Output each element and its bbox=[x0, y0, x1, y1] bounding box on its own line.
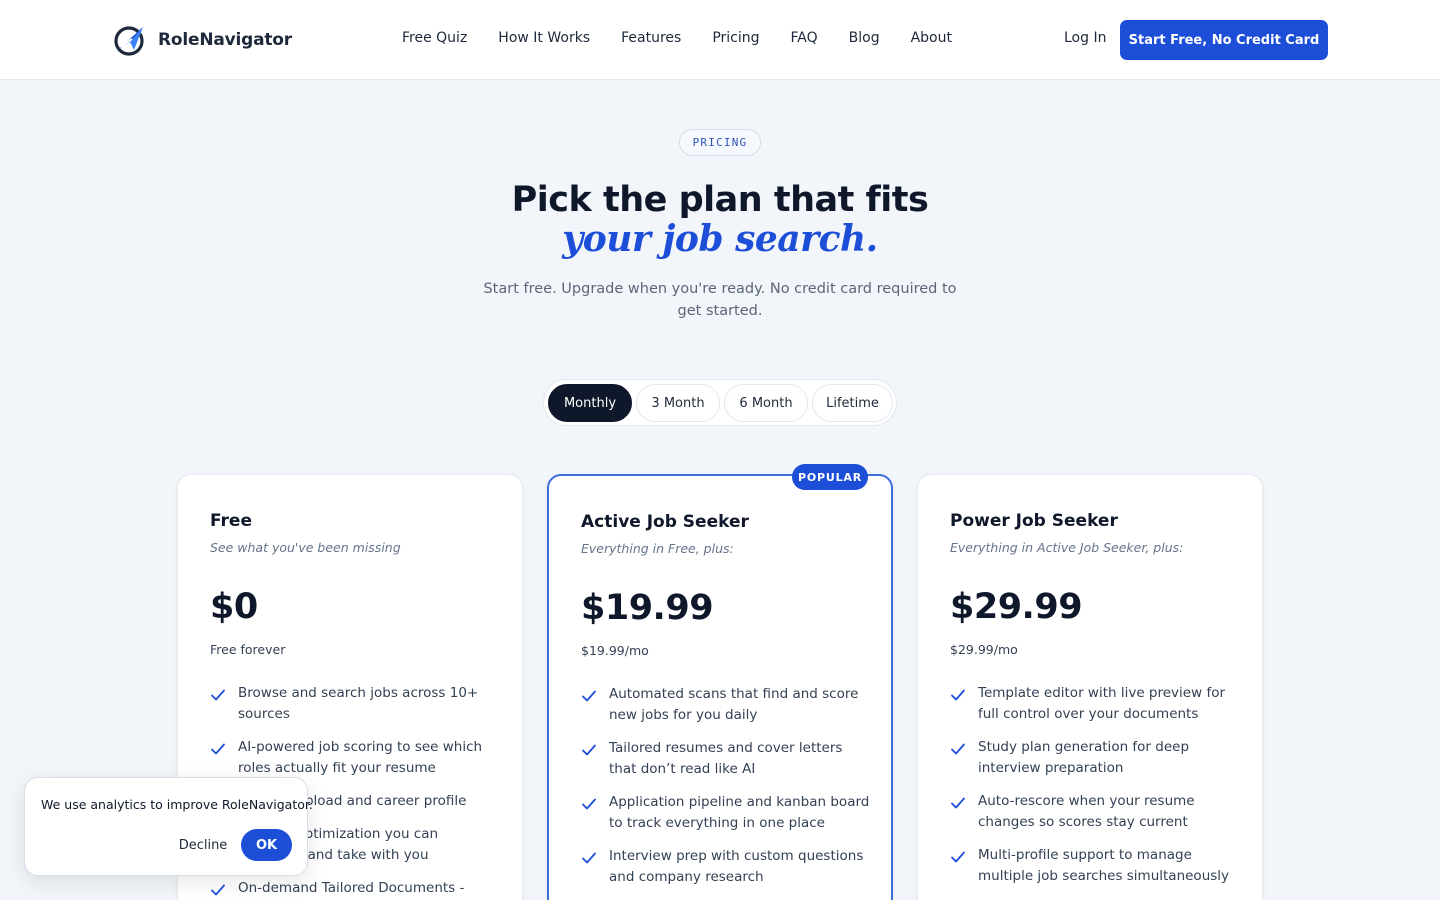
popular-badge: POPULAR bbox=[792, 464, 868, 490]
billing-option-6-month[interactable]: 6 Month bbox=[724, 384, 808, 422]
plan-price: $19.99 bbox=[581, 588, 714, 628]
list-item: AI-powered job scoring to see which role… bbox=[210, 737, 500, 779]
nav-link-about[interactable]: About bbox=[911, 30, 952, 46]
plan-name: Active Job Seeker bbox=[581, 512, 749, 532]
billing-option-lifetime[interactable]: Lifetime bbox=[812, 384, 893, 422]
plan-card-active-job-seeker: POPULAR Active Job Seeker Everything in … bbox=[547, 464, 893, 900]
list-item: Automated scans that find and score new … bbox=[581, 684, 871, 726]
feature-text: Tailored resumes and cover letters that … bbox=[609, 740, 843, 777]
plan-name: Power Job Seeker bbox=[950, 511, 1118, 531]
nav-link-pricing[interactable]: Pricing bbox=[712, 30, 759, 46]
page-title: Pick the plan that fits bbox=[511, 180, 929, 220]
plan-name: Free bbox=[210, 511, 252, 531]
nav-link-blog[interactable]: Blog bbox=[849, 30, 880, 46]
list-item: Template editor with live preview for fu… bbox=[950, 683, 1240, 725]
login-link[interactable]: Log In bbox=[1064, 30, 1106, 46]
nav-link-how-it-works[interactable]: How It Works bbox=[498, 30, 590, 46]
check-icon bbox=[582, 744, 596, 756]
list-item: Interview prep with custom questions and… bbox=[581, 846, 871, 888]
feature-text: Application pipeline and kanban board to… bbox=[609, 794, 870, 831]
plan-price: $29.99 bbox=[950, 587, 1083, 627]
plan-feature-list: Template editor with live preview for fu… bbox=[950, 683, 1240, 899]
check-icon bbox=[951, 743, 965, 755]
billing-option-monthly[interactable]: Monthly bbox=[548, 384, 632, 422]
feature-text: Study plan generation for deep interview… bbox=[978, 739, 1190, 776]
check-icon bbox=[582, 852, 596, 864]
check-icon bbox=[211, 689, 225, 701]
feature-text: Browse and search jobs across 10+ source… bbox=[238, 685, 479, 722]
plan-feature-list: Automated scans that find and score new … bbox=[581, 684, 871, 900]
plan-card-power-job-seeker: Power Job Seeker Everything in Active Jo… bbox=[917, 474, 1263, 900]
brand-name: RoleNavigator bbox=[158, 30, 292, 50]
cookie-decline-button[interactable]: Decline bbox=[171, 830, 235, 860]
plan-tagline: Everything in Active Job Seeker, plus: bbox=[950, 540, 1184, 555]
billing-period-toggle: Monthly 3 Month 6 Month Lifetime bbox=[543, 379, 897, 426]
plan-period: Free forever bbox=[210, 642, 286, 657]
list-item: Tailored resumes and cover letters that … bbox=[581, 738, 871, 780]
list-item: Study plan generation for deep interview… bbox=[950, 737, 1240, 779]
list-item: Browse and search jobs across 10+ source… bbox=[210, 683, 500, 725]
feature-text: Template editor with live preview for fu… bbox=[978, 685, 1226, 722]
section-eyebrow: PRICING bbox=[679, 129, 761, 156]
cookie-accept-button[interactable]: OK bbox=[241, 829, 292, 861]
plan-tagline: See what you've been missing bbox=[210, 540, 401, 555]
plan-tagline: Everything in Free, plus: bbox=[581, 541, 734, 556]
plan-price: $0 bbox=[210, 587, 258, 627]
feature-text: Multi-profile support to manage multiple… bbox=[978, 847, 1230, 884]
feature-text: Automated scans that find and score new … bbox=[609, 686, 859, 723]
nav-link-free-quiz[interactable]: Free Quiz bbox=[402, 30, 467, 46]
check-icon bbox=[211, 884, 225, 896]
nav-link-faq[interactable]: FAQ bbox=[791, 30, 818, 46]
plan-period: $29.99/mo bbox=[950, 642, 1018, 657]
top-navbar: RoleNavigator Free Quiz How It Works Fea… bbox=[0, 0, 1440, 80]
check-icon bbox=[211, 743, 225, 755]
feature-text: Interview prep with custom questions and… bbox=[609, 848, 864, 885]
page-subtitle: Start free. Upgrade when you're ready. N… bbox=[483, 281, 957, 319]
brand-logo-link[interactable]: RoleNavigator bbox=[112, 22, 292, 58]
feature-text: Auto-rescore when your resume changes so… bbox=[978, 793, 1195, 830]
check-icon bbox=[951, 689, 965, 701]
nav-link-features[interactable]: Features bbox=[621, 30, 681, 46]
list-item: Auto-rescore when your resume changes so… bbox=[950, 791, 1240, 833]
check-icon bbox=[951, 797, 965, 809]
check-icon bbox=[582, 798, 596, 810]
feature-text: On-demand Tailored Documents - $1.49 bbox=[238, 880, 465, 896]
feature-text: AI-powered job scoring to see which role… bbox=[238, 739, 483, 776]
list-item: Application pipeline and kanban board to… bbox=[581, 792, 871, 834]
check-icon bbox=[951, 851, 965, 863]
cookie-message: We use analytics to improve RoleNavigato… bbox=[41, 797, 313, 812]
start-free-button[interactable]: Start Free, No Credit Card bbox=[1120, 20, 1328, 60]
list-item: Multi-profile support to manage multiple… bbox=[950, 845, 1240, 887]
compass-arrow-icon bbox=[114, 26, 144, 56]
list-item: On-demand Tailored Documents - $1.49 bbox=[210, 878, 500, 900]
cookie-consent-banner: We use analytics to improve RoleNavigato… bbox=[24, 777, 313, 876]
check-icon bbox=[582, 690, 596, 702]
plan-period: $19.99/mo bbox=[581, 643, 649, 658]
main-nav: Free Quiz How It Works Features Pricing … bbox=[402, 30, 952, 46]
page-title-accent: your job search. bbox=[562, 218, 878, 260]
billing-option-3-month[interactable]: 3 Month bbox=[636, 384, 720, 422]
